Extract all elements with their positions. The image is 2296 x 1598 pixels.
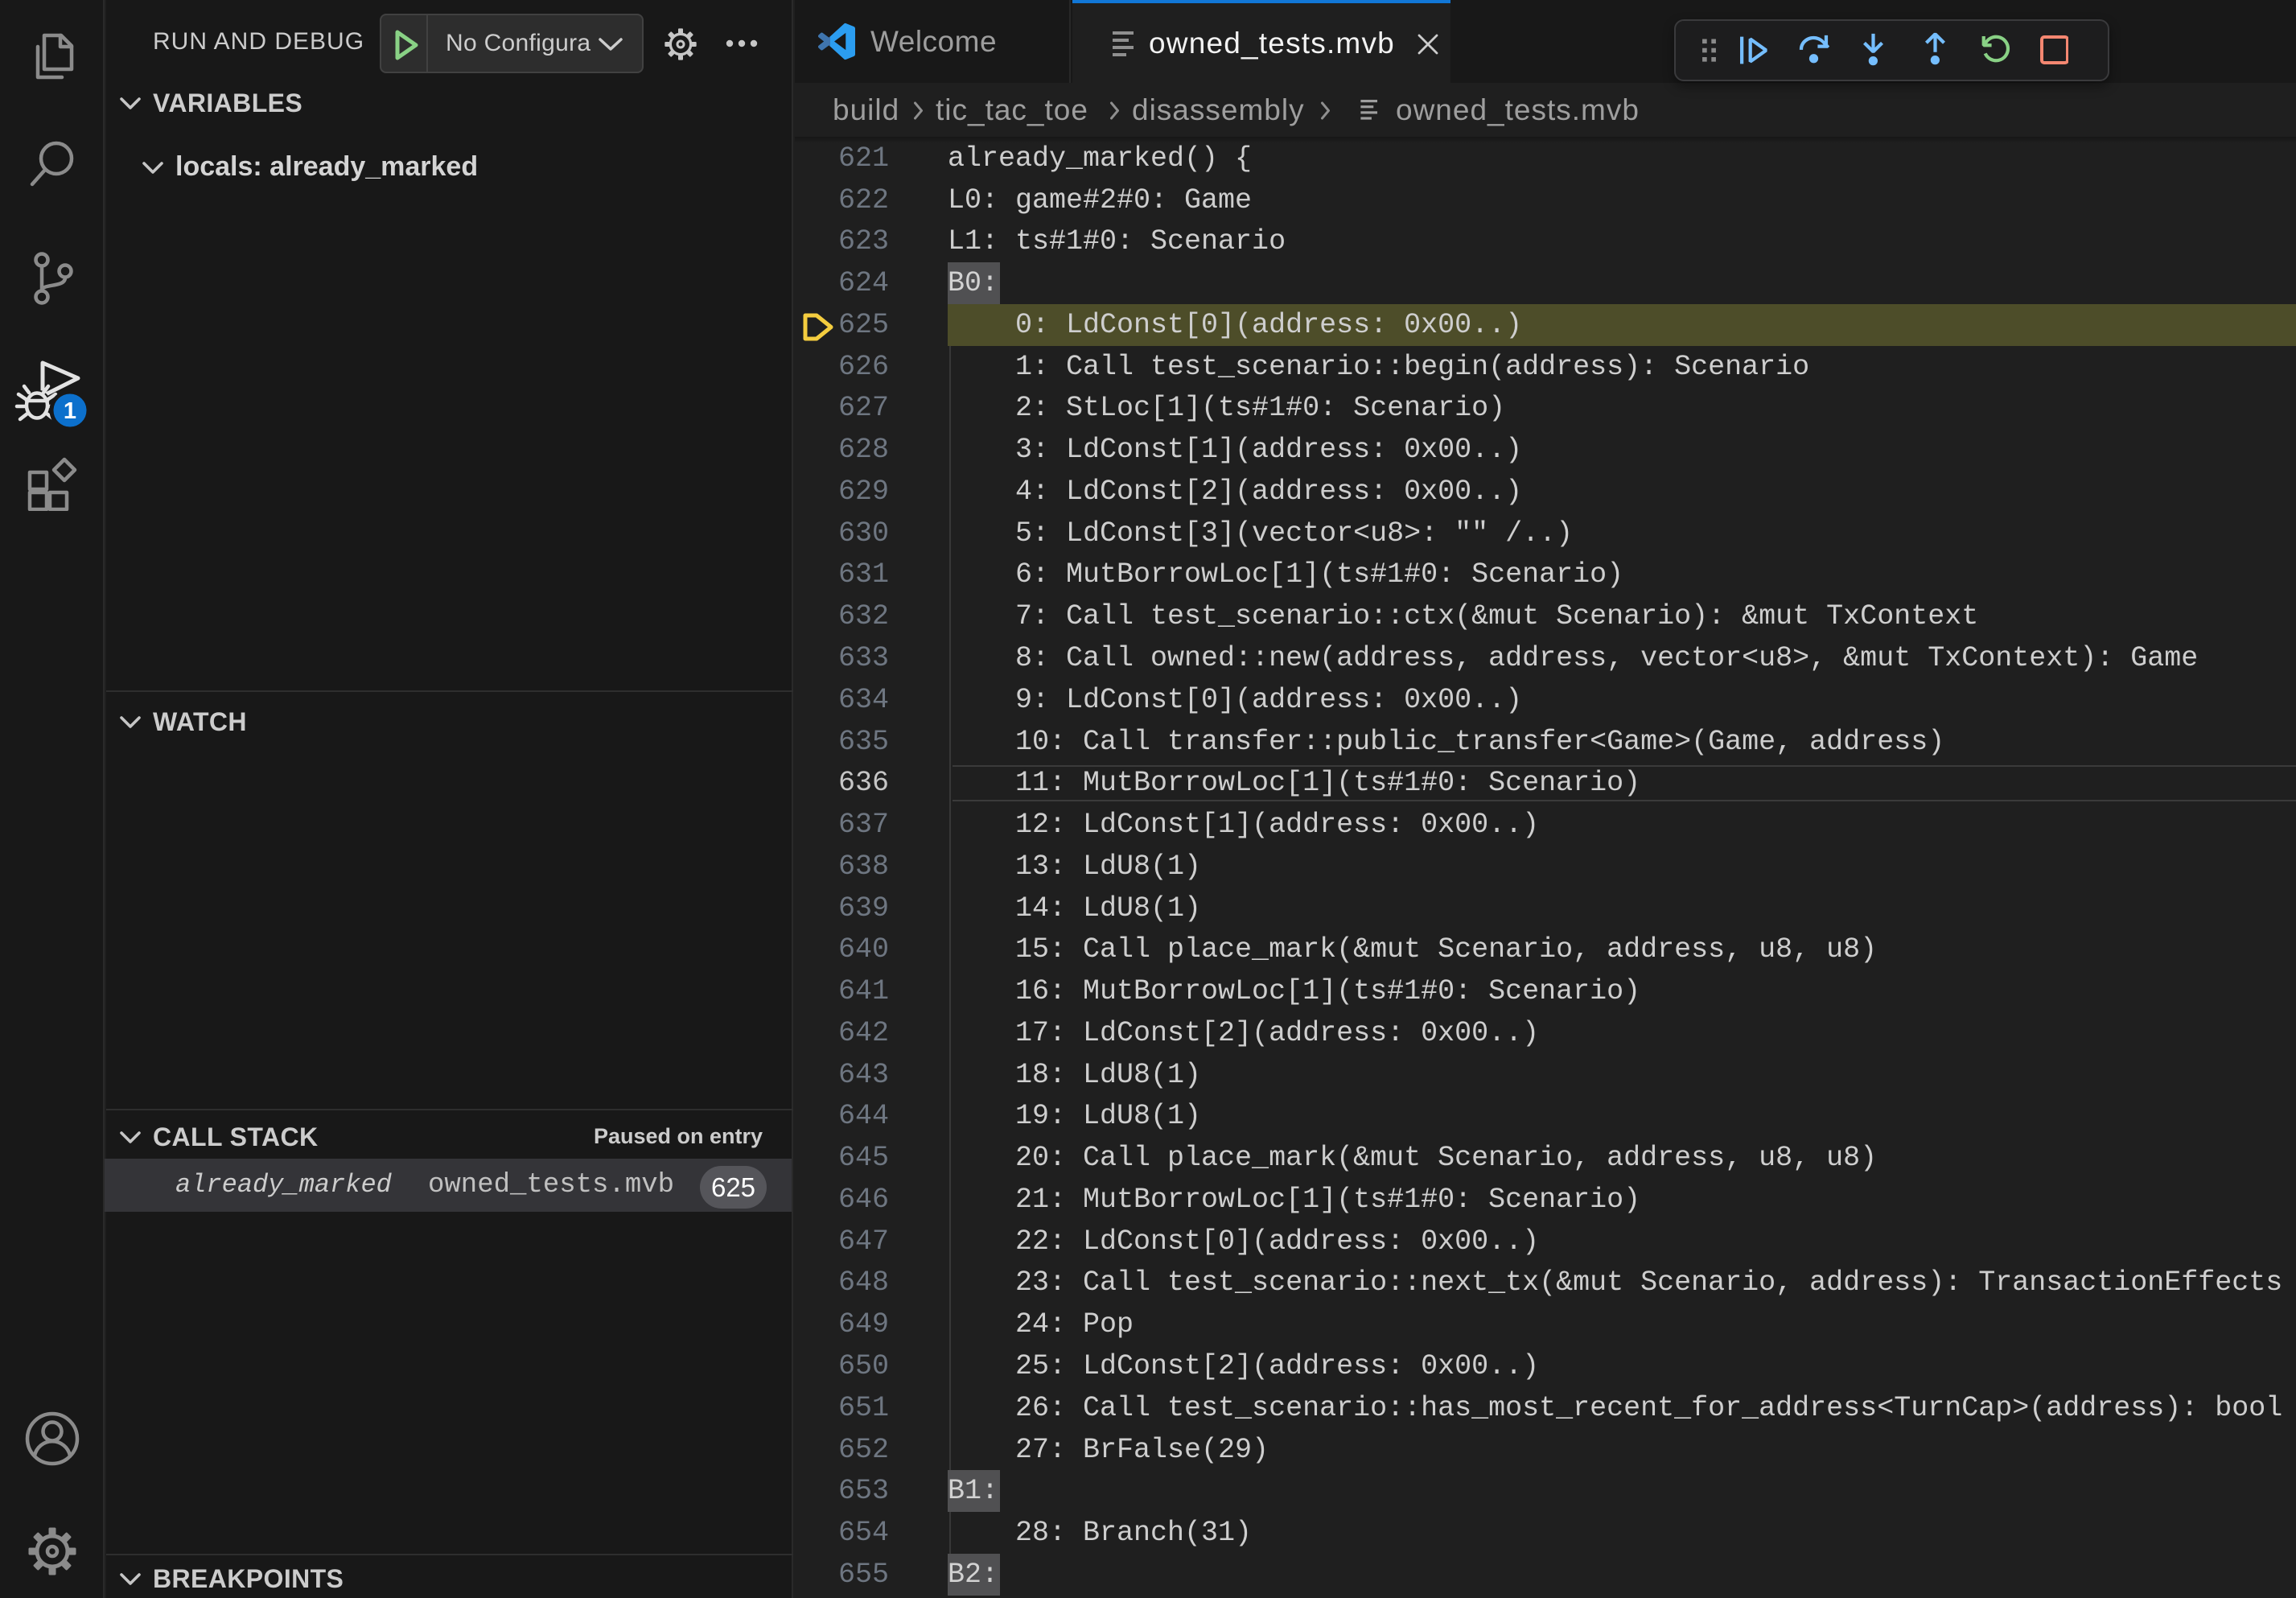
svg-text:1: 1 — [64, 398, 76, 424]
